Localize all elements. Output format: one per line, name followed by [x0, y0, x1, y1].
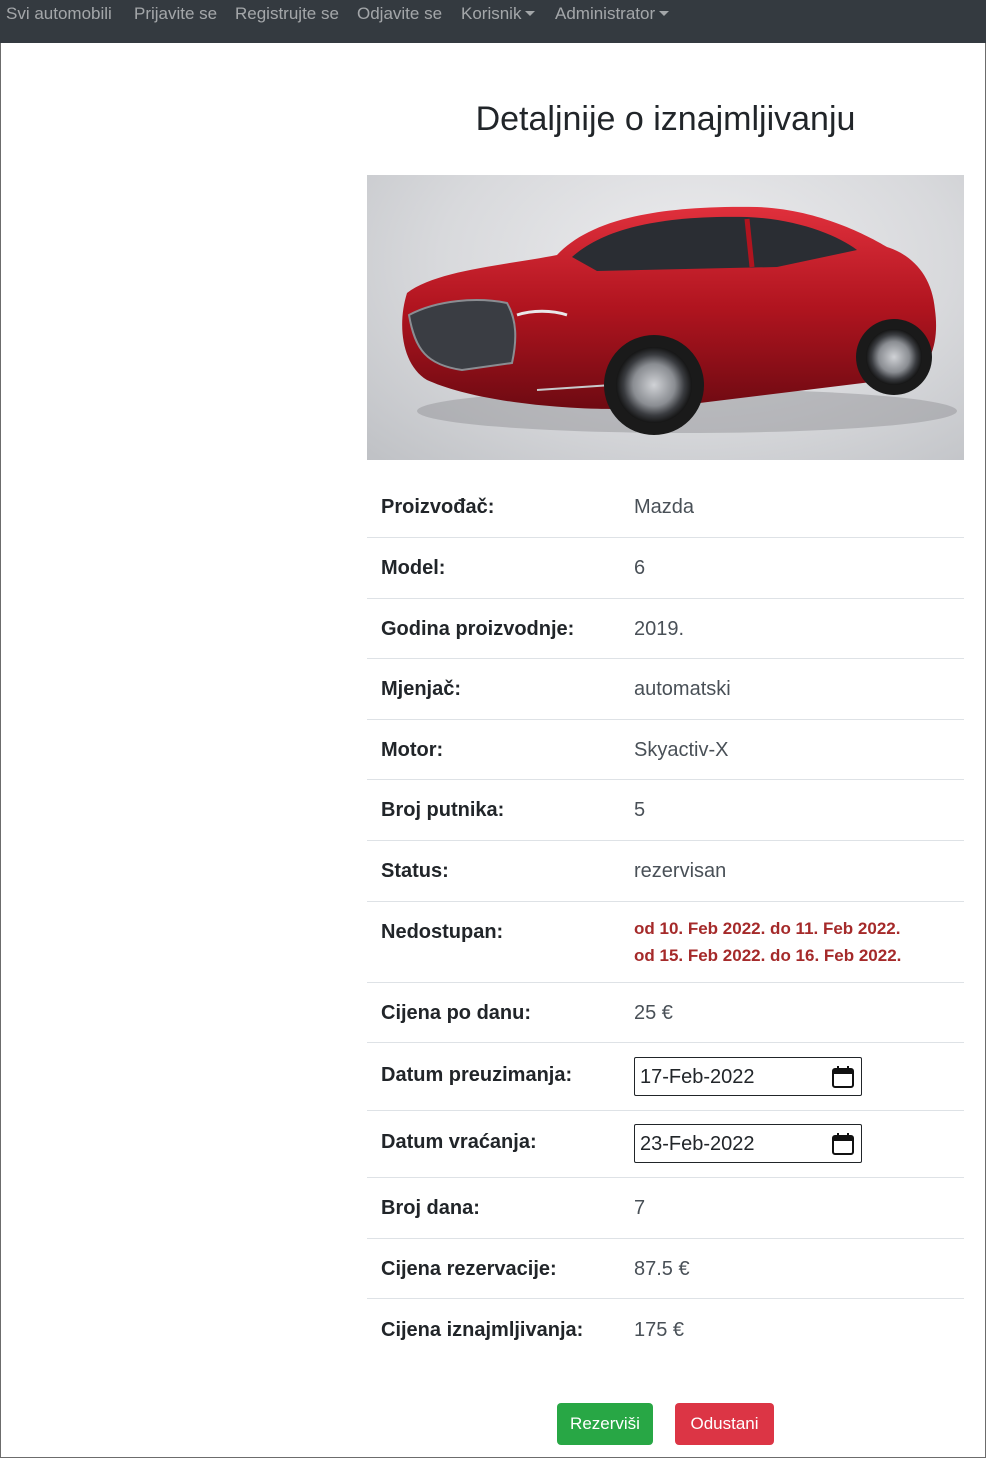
detail-label: Datum preuzimanja: [381, 1064, 573, 1086]
detail-row-pickup-date: Datum preuzimanja: 17-Feb-2022 [367, 1043, 964, 1111]
calendar-icon[interactable] [831, 1065, 855, 1089]
detail-row-model: Model: 6 [367, 538, 964, 599]
detail-row-reservation-price: Cijena rezervacije: 87.5 € [367, 1239, 964, 1299]
top-navbar: Svi automobili Prijavite se Registrujte … [0, 0, 986, 43]
detail-row-rental-price: Cijena iznajmljivanja: 175 € [367, 1299, 964, 1360]
nav-link-login[interactable]: Prijavite se [134, 4, 217, 24]
unavailable-periods: od 10. Feb 2022. do 11. Feb 2022. od 15.… [634, 915, 901, 969]
detail-value: 6 [634, 557, 646, 579]
car-photo [367, 175, 964, 460]
cancel-button[interactable]: Odustani [675, 1403, 774, 1445]
pickup-date-input[interactable]: 17-Feb-2022 [634, 1057, 862, 1096]
detail-row-passengers: Broj putnika: 5 [367, 780, 964, 841]
detail-label: Broj putnika: [381, 799, 505, 821]
nav-dropdown-user-label: Korisnik [461, 4, 522, 23]
detail-row-return-date: Datum vraćanja: 23-Feb-2022 [367, 1111, 964, 1178]
unavailable-period: od 10. Feb 2022. do 11. Feb 2022. [634, 919, 901, 938]
detail-label: Cijena rezervacije: [381, 1258, 557, 1280]
detail-label: Proizvođač: [381, 496, 495, 518]
detail-label: Broj dana: [381, 1197, 480, 1219]
reserve-button[interactable]: Rezerviši [557, 1403, 653, 1445]
detail-row-transmission: Mjenjač: automatski [367, 659, 964, 720]
detail-value: 25 € [634, 1002, 673, 1024]
detail-row-manufacturer: Proizvođač: Mazda [367, 477, 964, 538]
chevron-down-icon [525, 11, 536, 16]
detail-label: Status: [381, 860, 449, 882]
detail-label: Cijena po danu: [381, 1002, 531, 1024]
nav-dropdown-admin[interactable]: Administrator [555, 4, 670, 24]
detail-value: Mazda [634, 496, 695, 518]
detail-value: 175 € [634, 1319, 685, 1341]
status-value: rezervisan [634, 860, 727, 882]
detail-label: Mjenjač: [381, 678, 462, 700]
detail-label: Nedostupan: [381, 921, 504, 943]
detail-value: 87.5 € [634, 1258, 690, 1280]
detail-value: 2019. [634, 618, 685, 640]
detail-row-unavailable: Nedostupan: od 10. Feb 2022. do 11. Feb … [367, 902, 964, 983]
calendar-icon[interactable] [831, 1132, 855, 1156]
detail-value: 5 [634, 799, 646, 821]
detail-label: Cijena iznajmljivanja: [381, 1319, 584, 1341]
nav-dropdown-user[interactable]: Korisnik [461, 4, 536, 24]
detail-label: Model: [381, 557, 446, 579]
rental-details-table: Proizvođač: Mazda Model: 6 Godina proizv… [367, 477, 964, 1360]
return-date-value: 23-Feb-2022 [640, 1133, 755, 1155]
nav-link-register[interactable]: Registrujte se [235, 4, 339, 24]
nav-link-all-cars[interactable]: Svi automobili [6, 4, 112, 24]
detail-row-status: Status: rezervisan [367, 841, 964, 902]
nav-dropdown-admin-label: Administrator [555, 4, 656, 23]
detail-value: 7 [634, 1197, 646, 1219]
detail-row-price-per-day: Cijena po danu: 25 € [367, 983, 964, 1043]
detail-label: Godina proizvodnje: [381, 618, 575, 640]
page-title: Detaljnije o iznajmljivanju [475, 100, 856, 138]
return-date-input[interactable]: 23-Feb-2022 [634, 1124, 862, 1163]
detail-row-days: Broj dana: 7 [367, 1178, 964, 1239]
unavailable-period: od 15. Feb 2022. do 16. Feb 2022. [634, 946, 902, 965]
detail-label: Motor: [381, 739, 444, 761]
detail-value: automatski [634, 678, 731, 700]
detail-row-year: Godina proizvodnje: 2019. [367, 599, 964, 659]
detail-row-engine: Motor: Skyactiv-X [367, 720, 964, 780]
car-illustration [402, 206, 957, 435]
detail-label: Datum vraćanja: [381, 1131, 537, 1153]
detail-value: Skyactiv-X [634, 739, 729, 761]
nav-link-logout[interactable]: Odjavite se [357, 4, 442, 24]
chevron-down-icon [659, 11, 670, 16]
pickup-date-value: 17-Feb-2022 [640, 1066, 755, 1088]
